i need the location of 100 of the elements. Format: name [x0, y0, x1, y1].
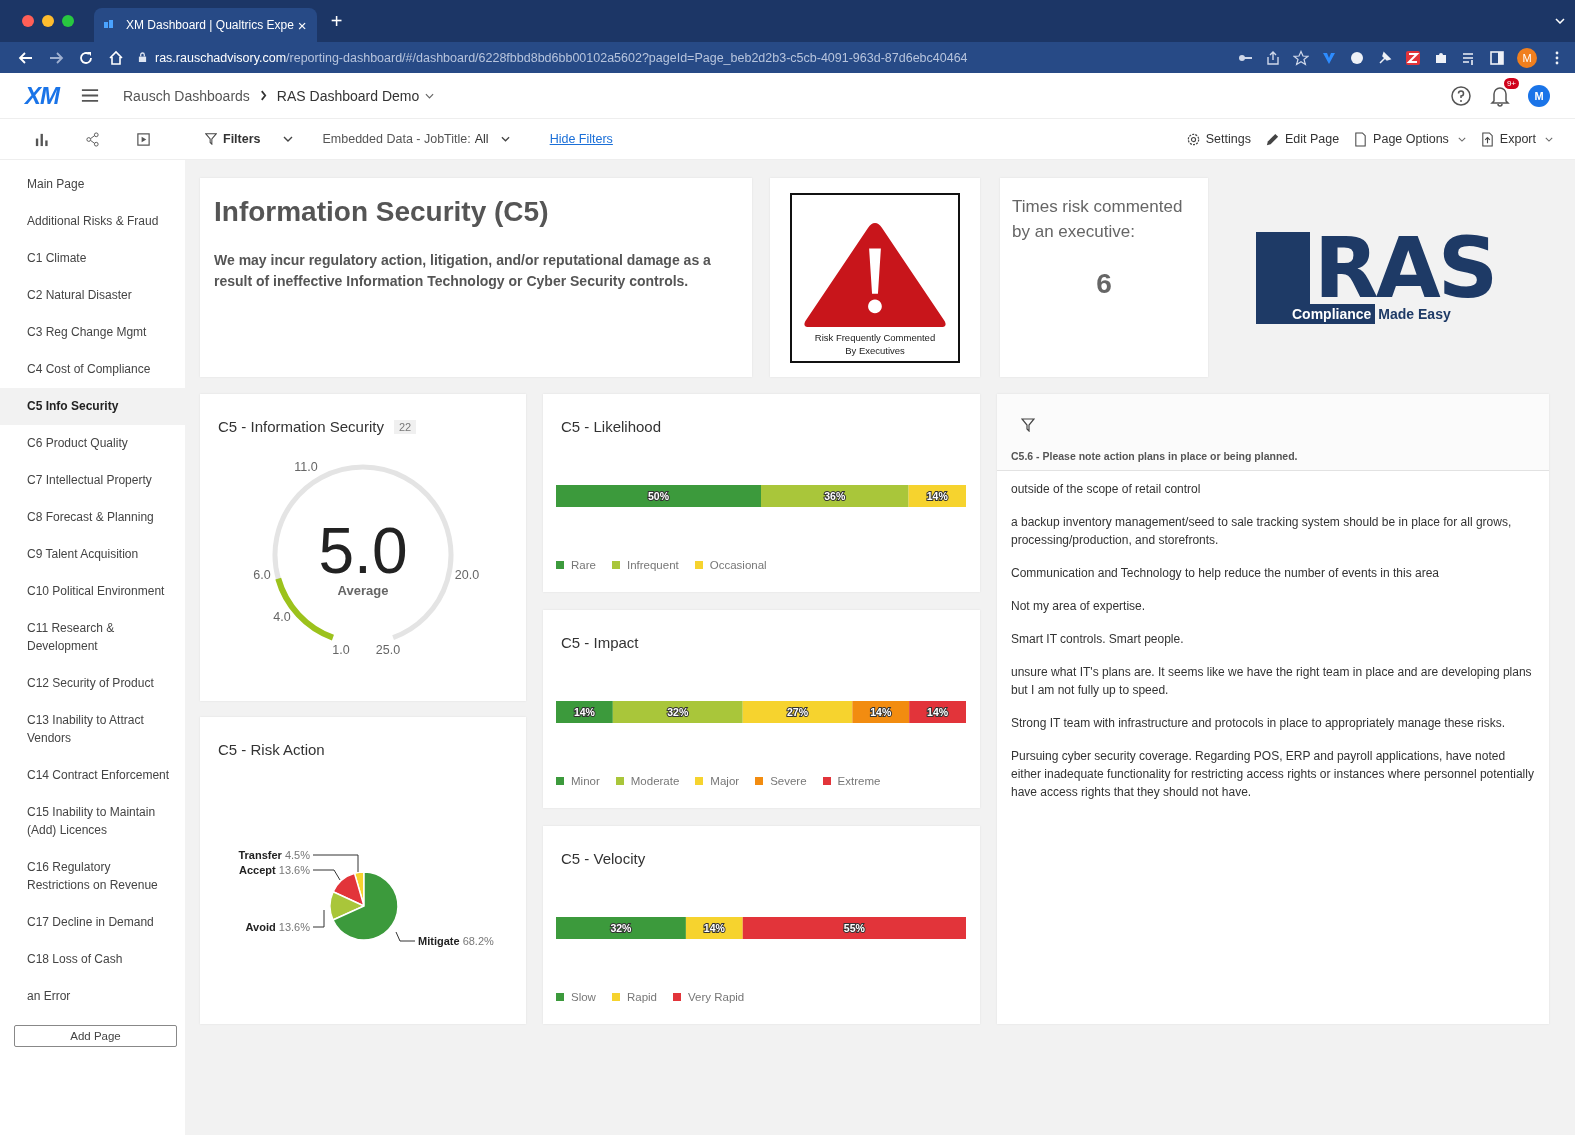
sidebar-item[interactable]: C1 Climate	[0, 240, 185, 277]
forward-icon[interactable]	[48, 49, 64, 66]
sidebar-item[interactable]: C13 Inability to Attract Vendors	[0, 702, 185, 757]
bell-icon[interactable]	[1490, 84, 1510, 107]
legend-item: Occasional	[694, 559, 767, 571]
data-label: 14%	[870, 706, 892, 718]
gauge-tick-label: 11.0	[294, 460, 318, 474]
sidebar-item[interactable]: C6 Product Quality	[0, 425, 185, 462]
minimize-window-icon[interactable]	[42, 15, 54, 27]
legend-item: Minor	[556, 775, 600, 787]
legend-item: Major	[695, 775, 740, 787]
bar-segment	[909, 701, 966, 723]
data-label: 50%	[648, 490, 669, 502]
question-text: C5.6 - Please note action plans in place or being planned.	[1011, 450, 1299, 462]
sidebar-item[interactable]: C3 Reg Change Mgmt	[0, 314, 185, 351]
sidebar-item[interactable]: C2 Natural Disaster	[0, 277, 185, 314]
help-icon[interactable]	[1450, 84, 1472, 107]
pie-label: Accept 13.6%	[239, 864, 310, 876]
sidebar-item[interactable]: C14 Contract Enforcement	[0, 757, 185, 794]
breadcrumb-link[interactable]: RAS Dashboard Demo	[276, 87, 420, 104]
legend-item: Slow	[556, 991, 596, 1003]
sidebar-item[interactable]: Main Page	[0, 166, 185, 203]
back-icon[interactable]	[18, 49, 34, 66]
side-panel-icon[interactable]	[1489, 49, 1505, 66]
caret-icon	[500, 136, 510, 142]
page-title: Information Security (C5)	[214, 196, 550, 228]
close-window-icon[interactable]	[22, 15, 34, 27]
present-icon[interactable]	[136, 131, 151, 147]
widget-title: C5 - Risk Action	[218, 741, 325, 758]
response-text: Not my area of expertise.	[1011, 598, 1147, 615]
app-logo[interactable]: XM	[25, 81, 59, 110]
data-label: 32%	[667, 706, 689, 718]
export-icon	[1479, 131, 1495, 147]
reload-icon[interactable]	[78, 49, 94, 66]
legend-item: Very Rapid	[673, 991, 745, 1003]
logo-tagline: Compliance	[1256, 303, 1376, 324]
sidebar-item[interactable]: C10 Political Environment	[0, 573, 185, 610]
filter-icon[interactable]	[1021, 418, 1035, 432]
sidebar-item[interactable]: an Error	[0, 978, 185, 1015]
caret-icon	[1457, 136, 1466, 142]
gauge-fill	[275, 577, 335, 641]
sidebar-item[interactable]: C17 Decline in Demand	[0, 904, 185, 941]
response-text: a backup inventory management/seed to sale tracking system should be in place for all grows, processing/production, and storefronts.	[1011, 514, 1513, 549]
sidebar-item[interactable]: C18 Loss of Cash	[0, 941, 185, 978]
legend-item: Severe	[755, 775, 807, 787]
menu-icon[interactable]	[81, 88, 99, 103]
gauge-tick-label: 1.0	[332, 643, 350, 657]
new-tab-button[interactable]: +	[330, 9, 343, 33]
logo-tagline: Made Easy	[1377, 305, 1451, 322]
response-text: outside of the scope of retail control	[1011, 481, 1202, 498]
lock-icon[interactable]	[138, 52, 147, 63]
filter-icon	[205, 133, 217, 145]
gauge-tick-label: 25.0	[375, 643, 401, 657]
legend-item: Rapid	[611, 991, 657, 1003]
toolbar-action-button[interactable]: Edit Page	[1264, 131, 1340, 147]
maximize-window-icon[interactable]	[62, 15, 74, 27]
home-icon[interactable]	[108, 49, 124, 66]
toolbar-action-button[interactable]: Settings	[1185, 131, 1251, 147]
sidebar-item[interactable]: C9 Talent Acquisition	[0, 536, 185, 573]
add-page-button[interactable]: Add Page	[14, 1025, 177, 1047]
close-tab-button[interactable]: ×	[297, 16, 307, 34]
user-avatar[interactable]: M	[1528, 84, 1550, 107]
filter-dropdown[interactable]: Embedded Data - JobTitle: All	[322, 132, 510, 146]
sidebar-item[interactable]: C11 Research & Development	[0, 610, 185, 665]
share-icon[interactable]	[85, 131, 100, 147]
sidebar-item[interactable]: C5 Info Security	[0, 388, 185, 425]
sidebar-item[interactable]: C8 Forecast & Planning	[0, 499, 185, 536]
gauge-tick-label: 6.0	[253, 568, 271, 582]
star-icon[interactable]	[1293, 49, 1309, 66]
toolbar-action-button[interactable]: Export	[1479, 131, 1553, 147]
caret-icon[interactable]	[282, 136, 293, 142]
share-icon[interactable]	[1265, 49, 1281, 66]
metric-value: 6	[1095, 268, 1113, 300]
pencil-icon	[1264, 131, 1280, 147]
sidebar-item[interactable]: C7 Intellectual Property	[0, 462, 185, 499]
pin-icon[interactable]	[1377, 49, 1393, 66]
extension-icon[interactable]	[1349, 49, 1365, 66]
url-field[interactable]: ras.rauschadvisory.com/reporting-dashboard/#/dashboard/6228fbbd8bd6bb00102a5602?pageId=Page_beb2d2b3-c5cb-4091-963d-87d6ebc40464	[155, 50, 968, 65]
bar-chart-icon[interactable]	[34, 131, 49, 147]
sidebar-item[interactable]: C15 Inability to Maintain (Add) Licences	[0, 794, 185, 849]
leader-line	[395, 931, 416, 942]
extension-icon[interactable]	[1405, 49, 1421, 66]
legend-item: Infrequent	[611, 559, 679, 571]
filters-button[interactable]: Filters	[205, 132, 261, 146]
browser-tab[interactable]: XM Dashboard | Qualtrics Expe ×	[94, 8, 317, 42]
sidebar-item[interactable]: C12 Security of Product	[0, 665, 185, 702]
data-label: 14%	[703, 922, 725, 934]
sidebar-item[interactable]: C4 Cost of Compliance	[0, 351, 185, 388]
chevron-icon	[259, 90, 267, 101]
widget-title: C5 - Information Security	[218, 418, 384, 435]
data-label: 14%	[927, 706, 949, 718]
sidebar-item[interactable]: Additional Risks & Fraud	[0, 203, 185, 240]
metric-label: Times risk commented by an executive:	[1012, 196, 1184, 243]
toolbar-action-button[interactable]: Page Options	[1353, 131, 1466, 147]
pie-label: Mitigate 68.2%	[418, 935, 494, 947]
data-label: 32%	[610, 922, 632, 934]
sidebar-item[interactable]: C16 Regulatory Restrictions on Revenue	[0, 849, 185, 904]
hide-filters-link[interactable]: Hide Filters	[549, 132, 613, 146]
breadcrumb-link[interactable]: Rausch Dashboards	[123, 87, 250, 104]
response-text: Communication and Technology to help reduce the number of events in this area	[1011, 565, 1441, 582]
